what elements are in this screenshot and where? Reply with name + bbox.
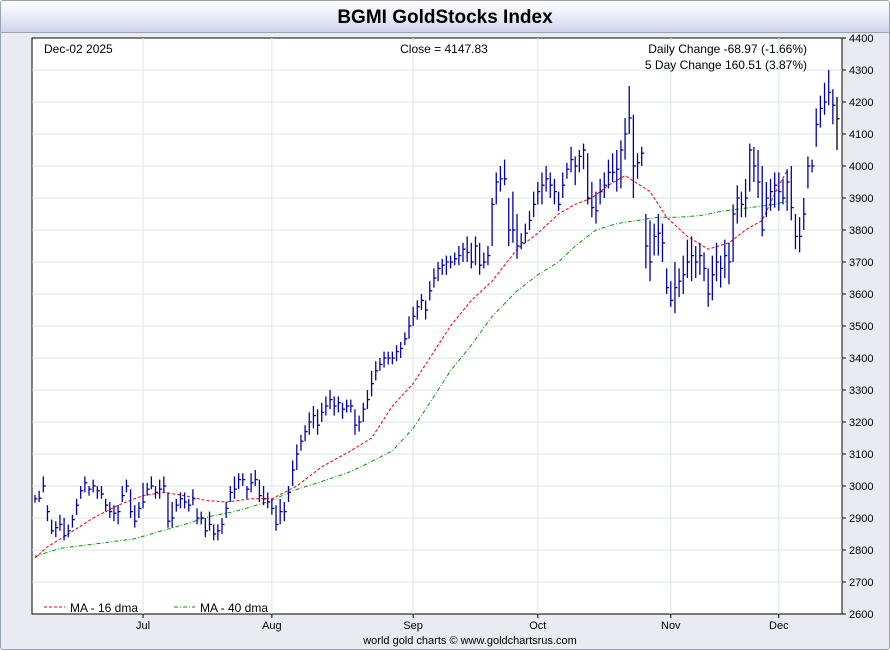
y-tick-label: 3100 — [849, 449, 873, 461]
y-tick-label: 3600 — [849, 289, 873, 301]
x-tick-label: Nov — [661, 620, 681, 632]
legend-ma40-label: MA - 40 dma — [200, 601, 268, 615]
x-tick-label: Aug — [262, 620, 282, 632]
close-label: Close = 4147.83 — [400, 42, 488, 56]
y-tick-label: 4200 — [849, 97, 873, 109]
y-tick-label: 3300 — [849, 385, 873, 397]
x-tick-label: Jul — [136, 620, 150, 632]
footer-credit: world gold charts © www.goldchartsrus.co… — [362, 635, 577, 647]
y-tick-label: 3900 — [849, 193, 873, 205]
y-tick-label: 3000 — [849, 481, 873, 493]
y-tick-label: 3500 — [849, 321, 873, 333]
chart-frame: BGMI GoldStocks Index 2600 2700 2800 2900 30… — [0, 0, 890, 650]
y-tick-label: 2900 — [849, 513, 873, 525]
x-axis: Jul Aug Sep Oct Nov Dec — [136, 614, 789, 632]
y-tick-label: 4300 — [849, 65, 873, 77]
y-axis: 2600 2700 2800 2900 3000 3100 3200 3300 3400 3500… — [842, 33, 873, 621]
price-chart: 2600 2700 2800 2900 3000 3100 3200 3300 3400 3500… — [31, 33, 873, 647]
x-tick-label: Dec — [769, 620, 789, 632]
legend-ma16-label: MA - 16 dma — [70, 601, 138, 615]
y-tick-label: 3700 — [849, 257, 873, 269]
y-tick-label: 2800 — [849, 545, 873, 557]
y-tick-label: 4400 — [849, 33, 873, 45]
y-tick-label: 3200 — [849, 417, 873, 429]
x-tick-label: Sep — [403, 620, 423, 632]
x-tick-label: Oct — [529, 620, 546, 632]
y-tick-label: 4000 — [849, 161, 873, 173]
y-tick-label: 3800 — [849, 225, 873, 237]
y-tick-label: 2600 — [849, 609, 873, 621]
daily-change-label: Daily Change -68.97 (-1.66%) — [648, 42, 807, 56]
y-tick-label: 4100 — [849, 129, 873, 141]
date-label: Dec-02 2025 — [44, 42, 113, 56]
y-tick-label: 2700 — [849, 577, 873, 589]
y-tick-label: 3400 — [849, 353, 873, 365]
five-day-change-label: 5 Day Change 160.51 (3.87%) — [645, 58, 807, 72]
